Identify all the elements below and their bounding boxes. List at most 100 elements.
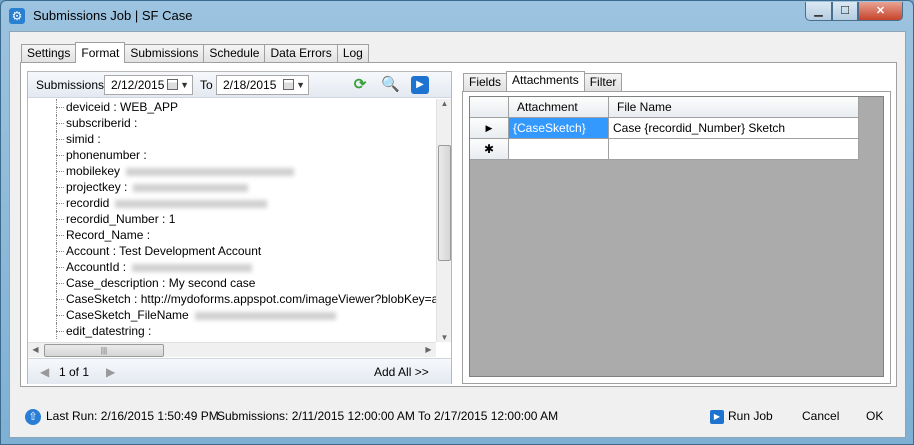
list-item[interactable]: edit_datestring : bbox=[28, 323, 436, 339]
minimize-button[interactable]: ▁ bbox=[805, 2, 832, 21]
field-label: CaseSketch_FileName bbox=[66, 308, 189, 322]
next-page-icon[interactable]: ▶ bbox=[106, 365, 115, 379]
list-item[interactable]: recordid_Number : 1 bbox=[28, 211, 436, 227]
tab-fields[interactable]: Fields bbox=[463, 73, 508, 91]
scroll-right-icon[interactable]: ▶ bbox=[421, 345, 436, 354]
tab-attachments[interactable]: Attachments bbox=[506, 71, 585, 91]
field-list[interactable]: deviceid : WEB_APP subscriberid : simid : p… bbox=[28, 99, 436, 342]
horizontal-scrollbar[interactable]: ◀ ||| ▶ bbox=[28, 342, 436, 357]
search-icon[interactable]: 🔍 bbox=[381, 76, 400, 94]
redacted-value bbox=[126, 167, 295, 176]
run-job-button[interactable]: ▶ Run Job bbox=[710, 407, 773, 427]
play-icon[interactable]: ▶ bbox=[411, 76, 429, 94]
from-date-value: 2/12/2015 bbox=[111, 78, 165, 92]
list-item[interactable]: simid : bbox=[28, 131, 436, 147]
cancel-button[interactable]: Cancel bbox=[802, 409, 839, 423]
play-icon: ▶ bbox=[710, 409, 724, 424]
current-row-icon[interactable]: ▶ bbox=[470, 118, 509, 139]
file-name-cell[interactable]: Case {recordid_Number} Sketch bbox=[609, 118, 859, 139]
from-date-picker[interactable]: 2/12/2015 ▼ bbox=[104, 75, 193, 95]
list-item[interactable]: projectkey : bbox=[28, 179, 436, 195]
list-item[interactable]: CaseSketch_FileName bbox=[28, 307, 436, 323]
add-all-button[interactable]: Add All >> bbox=[374, 365, 429, 379]
new-row-icon[interactable]: ✱ bbox=[470, 139, 509, 160]
field-label: edit_datestring : bbox=[66, 324, 152, 338]
status-bar: ⇧ Last Run: 2/16/2015 1:50:49 PM Submiss… bbox=[10, 399, 905, 433]
tab-filter[interactable]: Filter bbox=[583, 73, 623, 91]
client-area: Settings Format Submissions Schedule Dat… bbox=[9, 31, 906, 438]
calendar-icon bbox=[283, 79, 294, 90]
gear-icon: ⚙ bbox=[9, 8, 25, 24]
submissions-label: Submissions bbox=[36, 78, 105, 92]
table-row[interactable]: ▶ {CaseSketch} Case {recordid_Number} Sk… bbox=[470, 118, 859, 139]
field-label: recordid_Number : 1 bbox=[66, 212, 176, 226]
title-bar[interactable]: ⚙ Submissions Job | SF Case ▁ ☐ ✕ bbox=[1, 1, 913, 31]
list-item[interactable]: recordid bbox=[28, 195, 436, 211]
scroll-down-icon[interactable]: ▼ bbox=[437, 333, 452, 342]
list-item[interactable]: phonenumber : bbox=[28, 147, 436, 163]
fields-panel: Submissions 2/12/2015 ▼ To 2/18/2015 ▼ ⟳… bbox=[27, 71, 452, 384]
ok-button[interactable]: OK bbox=[866, 409, 883, 423]
to-date-value: 2/18/2015 bbox=[223, 78, 277, 92]
column-header-attachment[interactable]: Attachment bbox=[509, 97, 609, 118]
pager-bar: ◀ 1 of 1 ▶ Add All >> bbox=[28, 358, 451, 384]
scroll-left-icon[interactable]: ◀ bbox=[28, 345, 43, 354]
tab-format[interactable]: Format bbox=[75, 42, 126, 63]
scroll-thumb[interactable]: ||| bbox=[44, 344, 164, 357]
list-item[interactable]: mobilekey bbox=[28, 163, 436, 179]
attachment-cell[interactable] bbox=[509, 139, 609, 160]
list-item[interactable]: AccountId : bbox=[28, 259, 436, 275]
row-header-corner bbox=[470, 97, 509, 118]
tab-log[interactable]: Log bbox=[336, 44, 369, 63]
scroll-thumb[interactable] bbox=[438, 145, 451, 261]
chevron-down-icon: ▼ bbox=[180, 80, 189, 90]
field-label: subscriberid : bbox=[66, 116, 138, 130]
table-row[interactable]: ✱ bbox=[470, 139, 859, 160]
window-title: Submissions Job | SF Case bbox=[33, 8, 193, 23]
format-tab-content: Submissions 2/12/2015 ▼ To 2/18/2015 ▼ ⟳… bbox=[20, 62, 897, 387]
redacted-value bbox=[133, 183, 249, 192]
prev-page-icon[interactable]: ◀ bbox=[40, 365, 49, 379]
maximize-button[interactable]: ☐ bbox=[832, 2, 858, 21]
tab-settings[interactable]: Settings bbox=[21, 44, 77, 63]
run-job-label: Run Job bbox=[728, 409, 773, 423]
list-item[interactable]: CaseSketch : http://mydoforms.appspot.co… bbox=[28, 291, 436, 307]
tab-submissions[interactable]: Submissions bbox=[124, 44, 205, 63]
field-label: AccountId : bbox=[66, 260, 127, 274]
field-label: deviceid : WEB_APP bbox=[66, 100, 179, 114]
field-label: Case_description : My second case bbox=[66, 276, 256, 290]
to-date-picker[interactable]: 2/18/2015 ▼ bbox=[216, 75, 309, 95]
redacted-value bbox=[115, 199, 268, 208]
chevron-down-icon: ▼ bbox=[296, 80, 305, 90]
scroll-up-icon[interactable]: ▲ bbox=[437, 99, 452, 108]
main-window: ⚙ Submissions Job | SF Case ▁ ☐ ✕ Settin… bbox=[0, 0, 914, 445]
grid-header-row: Attachment File Name bbox=[470, 97, 859, 118]
attachments-grid: Attachment File Name ▶ {CaseSketch} Case… bbox=[469, 96, 884, 377]
page-indicator: 1 of 1 bbox=[59, 365, 90, 379]
file-name-cell[interactable] bbox=[609, 139, 859, 160]
main-tabs: Settings Format Submissions Schedule Dat… bbox=[21, 42, 369, 63]
attachment-cell[interactable]: {CaseSketch} bbox=[509, 118, 609, 139]
field-label: phonenumber : bbox=[66, 148, 147, 162]
tab-data-errors[interactable]: Data Errors bbox=[264, 44, 338, 63]
attachments-panel: Attachment File Name ▶ {CaseSketch} Case… bbox=[462, 91, 891, 384]
list-item[interactable]: subscriberid : bbox=[28, 115, 436, 131]
list-item[interactable]: Account : Test Development Account bbox=[28, 243, 436, 259]
tab-schedule[interactable]: Schedule bbox=[203, 44, 266, 63]
last-run-text: Last Run: 2/16/2015 1:50:49 PM bbox=[46, 409, 219, 423]
to-label: To bbox=[200, 78, 213, 92]
list-item[interactable]: Case_description : My second case bbox=[28, 275, 436, 291]
submissions-range-text: Submissions: 2/11/2015 12:00:00 AM To 2/… bbox=[217, 409, 559, 423]
vertical-scrollbar[interactable]: ▲ ▼ bbox=[436, 99, 451, 342]
cloud-upload-icon: ⇧ bbox=[25, 409, 41, 425]
column-header-file-name[interactable]: File Name bbox=[609, 97, 859, 118]
refresh-icon[interactable]: ⟳ bbox=[351, 76, 369, 94]
field-label: Record_Name : bbox=[66, 228, 151, 242]
field-label: mobilekey bbox=[66, 164, 121, 178]
field-label: simid : bbox=[66, 132, 101, 146]
list-item[interactable]: Record_Name : bbox=[28, 227, 436, 243]
field-label: CaseSketch : http://mydoforms.appspot.co… bbox=[66, 292, 436, 306]
submissions-toolbar: Submissions 2/12/2015 ▼ To 2/18/2015 ▼ ⟳… bbox=[28, 72, 451, 98]
list-item[interactable]: deviceid : WEB_APP bbox=[28, 99, 436, 115]
close-button[interactable]: ✕ bbox=[858, 2, 903, 21]
